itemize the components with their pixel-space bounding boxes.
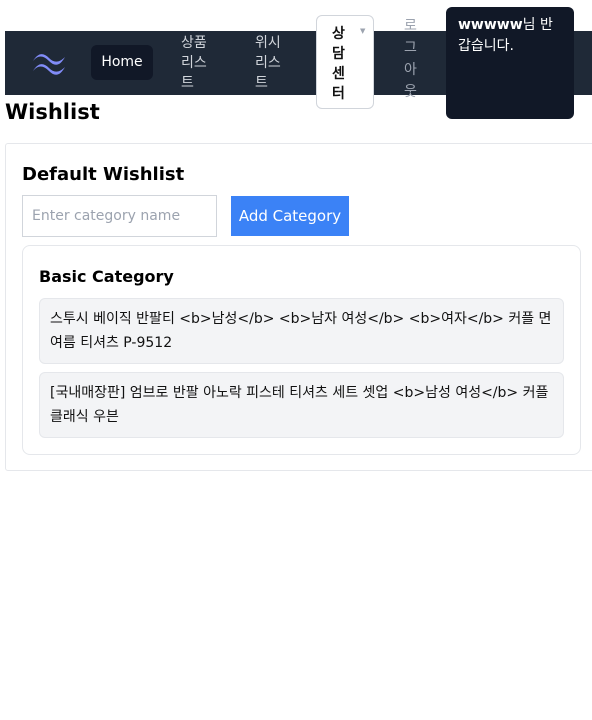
nav-logout-link[interactable]: 로그아웃 (404, 15, 420, 103)
nav-counsel-label: 상담센터 (332, 26, 345, 102)
nav-home-link[interactable]: Home (91, 45, 153, 80)
add-category-button[interactable]: Add Category (231, 196, 349, 236)
wishlist-item[interactable]: [국내매장판] 엄브로 반팔 아노락 피스테 티셔츠 세트 셋업 <b>남성 여… (39, 372, 564, 438)
chevron-down-icon: ▼ (360, 27, 366, 35)
page-title: Wishlist (5, 100, 100, 124)
nav-counsel-dropdown[interactable]: 상담센터 ▼ (316, 15, 374, 109)
category-card: Basic Category 스투시 베이직 반팔티 <b>남성</b> <b>… (22, 245, 581, 455)
wishlist-name: Default Wishlist (22, 164, 185, 185)
nav-wishlist-link[interactable]: 위시리스트 (255, 33, 285, 93)
greeting-username: wwwww (458, 17, 523, 33)
category-name: Basic Category (39, 267, 174, 286)
category-name-input[interactable] (22, 195, 217, 237)
nav-product-list-link[interactable]: 상품리스트 (181, 33, 211, 93)
wishlist-card: Default Wishlist Add Category Basic Cate… (5, 143, 592, 471)
brand-logo-icon[interactable] (29, 49, 69, 77)
greeting-popup: wwwww님 반갑습니다. (446, 7, 574, 119)
wishlist-item[interactable]: 스투시 베이직 반팔티 <b>남성</b> <b>남자 여성</b> <b>여자… (39, 298, 564, 364)
